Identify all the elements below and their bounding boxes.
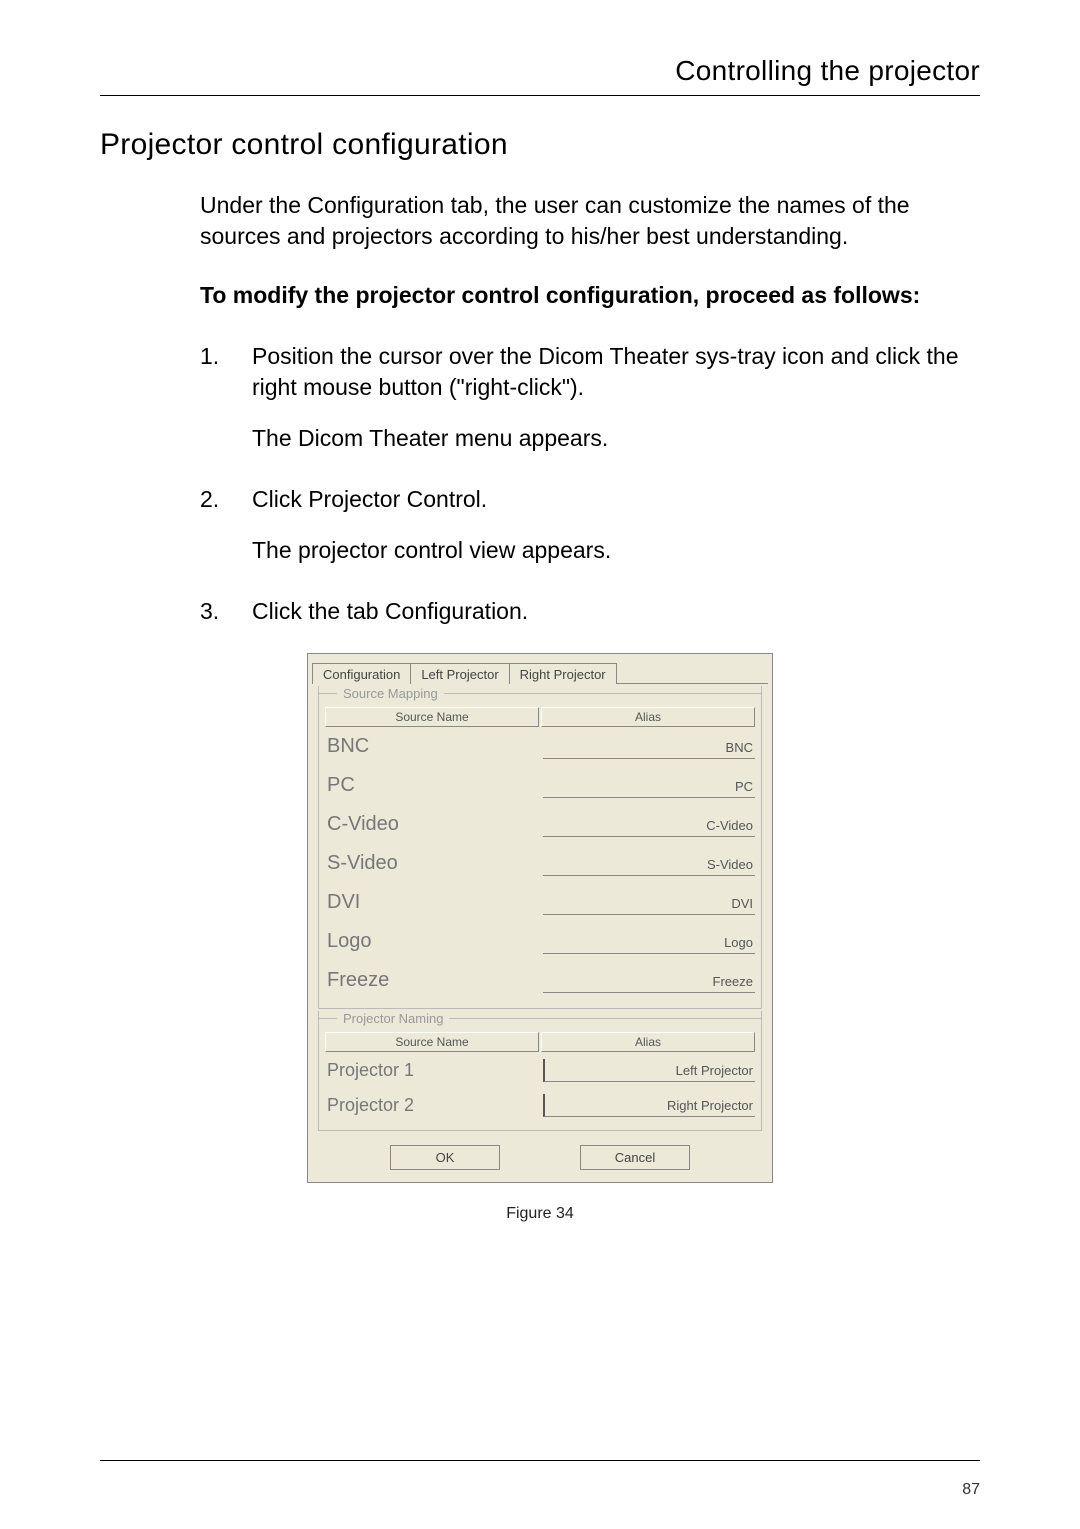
- list-item: 2. Click Projector Control. The projecto…: [200, 484, 980, 566]
- alias-input-svideo[interactable]: [543, 853, 755, 876]
- tab-right-projector[interactable]: Right Projector: [509, 663, 617, 684]
- table-row: PC: [325, 768, 755, 805]
- step-sub: The Dicom Theater menu appears.: [252, 423, 980, 454]
- tab-configuration[interactable]: Configuration: [312, 663, 411, 684]
- table-row: Projector 2: [325, 1089, 755, 1122]
- projector-name: Projector 1: [325, 1054, 543, 1087]
- source-name: Freeze: [325, 963, 543, 1000]
- procedure-list: 1. Position the cursor over the Dicom Th…: [200, 341, 980, 627]
- step-number: 2.: [200, 484, 219, 515]
- tabstrip: Configuration Left Projector Right Proje…: [312, 658, 768, 684]
- source-name: Logo: [325, 924, 543, 961]
- column-header-source-name: Source Name: [325, 1032, 539, 1052]
- table-row: DVI: [325, 885, 755, 922]
- source-name: S-Video: [325, 846, 543, 883]
- ok-button[interactable]: OK: [390, 1145, 500, 1170]
- source-name: C-Video: [325, 807, 543, 844]
- step-text: Position the cursor over the Dicom Theat…: [252, 343, 959, 400]
- alias-input-bnc[interactable]: [543, 736, 755, 759]
- footer: 87: [100, 1460, 980, 1499]
- figure-caption: Figure 34: [506, 1205, 574, 1223]
- alias-input-pc[interactable]: [543, 775, 755, 798]
- table-row: Logo: [325, 924, 755, 961]
- step-text: Click Projector Control.: [252, 486, 487, 512]
- column-header-source-name: Source Name: [325, 707, 539, 727]
- step-sub: The projector control view appears.: [252, 535, 980, 566]
- source-name: BNC: [325, 729, 543, 766]
- alias-input-dvi[interactable]: [543, 892, 755, 915]
- alias-input-projector1[interactable]: [543, 1059, 755, 1082]
- column-header-alias: Alias: [541, 707, 755, 727]
- table-row: C-Video: [325, 807, 755, 844]
- source-name: DVI: [325, 885, 543, 922]
- intro-paragraph: Under the Configuration tab, the user ca…: [200, 190, 980, 252]
- running-header: Controlling the projector: [100, 55, 980, 96]
- column-header-alias: Alias: [541, 1032, 755, 1052]
- alias-input-logo[interactable]: [543, 931, 755, 954]
- table-row: S-Video: [325, 846, 755, 883]
- groupbox-projector-naming: Projector Naming Source Name Alias Proje…: [318, 1011, 762, 1131]
- step-text: Click the tab Configuration.: [252, 598, 528, 624]
- table-row: Projector 1: [325, 1054, 755, 1087]
- procedure-heading: To modify the projector control configur…: [200, 280, 980, 311]
- projector-name: Projector 2: [325, 1089, 543, 1122]
- legend-projector-naming: Projector Naming: [337, 1011, 449, 1026]
- list-item: 3. Click the tab Configuration.: [200, 596, 980, 627]
- step-number: 3.: [200, 596, 219, 627]
- alias-input-freeze[interactable]: [543, 970, 755, 993]
- section-title: Projector control configuration: [100, 128, 980, 162]
- source-name: PC: [325, 768, 543, 805]
- config-dialog: Configuration Left Projector Right Proje…: [307, 653, 773, 1183]
- groupbox-source-mapping: Source Mapping Source Name Alias BNC PC …: [318, 686, 762, 1009]
- alias-input-projector2[interactable]: [543, 1094, 755, 1117]
- step-number: 1.: [200, 341, 219, 372]
- legend-source-mapping: Source Mapping: [337, 686, 444, 701]
- list-item: 1. Position the cursor over the Dicom Th…: [200, 341, 980, 454]
- cancel-button[interactable]: Cancel: [580, 1145, 690, 1170]
- alias-input-cvideo[interactable]: [543, 814, 755, 837]
- table-row: Freeze: [325, 963, 755, 1000]
- tab-left-projector[interactable]: Left Projector: [410, 663, 509, 684]
- table-row: BNC: [325, 729, 755, 766]
- page-number: 87: [100, 1481, 980, 1499]
